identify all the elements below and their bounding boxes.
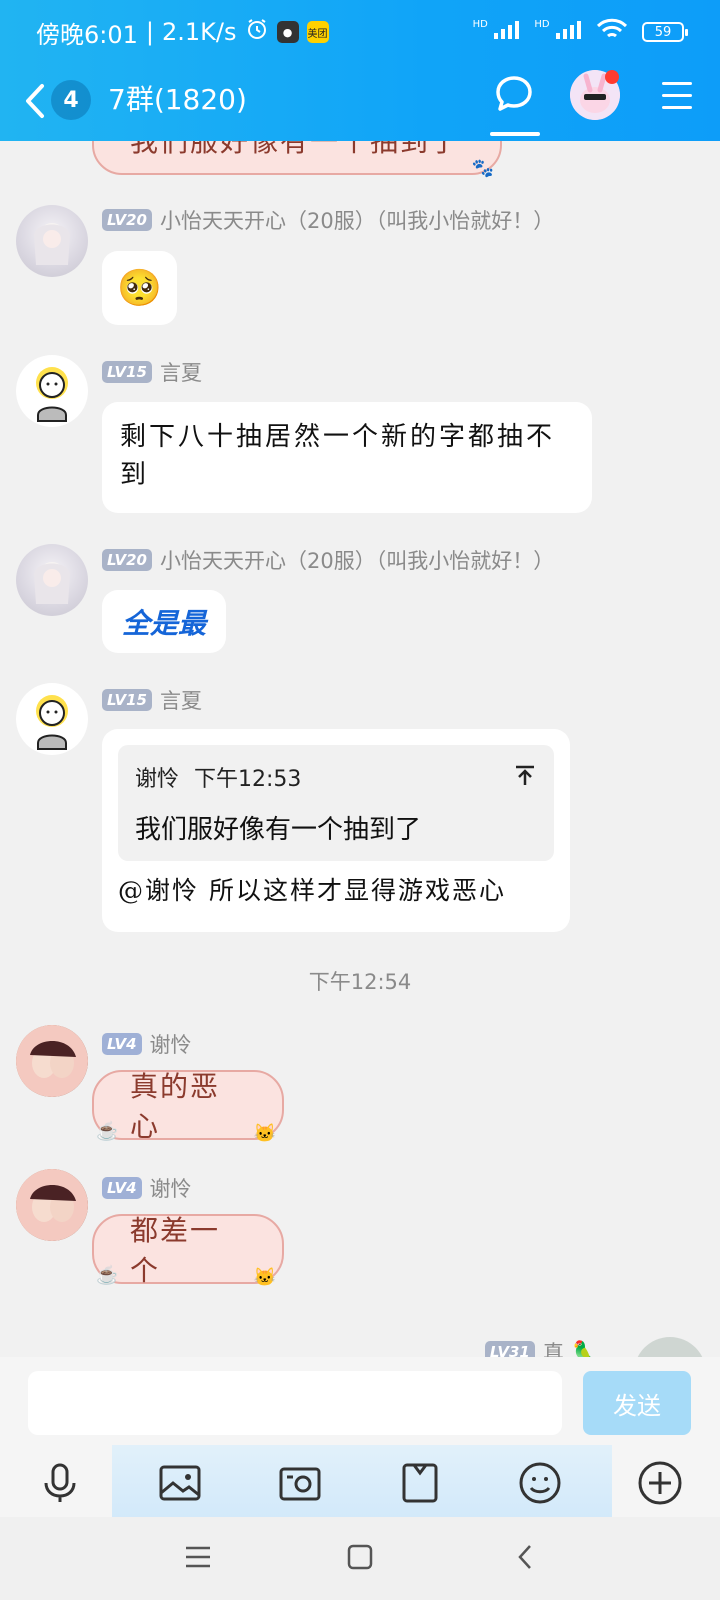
avatar[interactable] (634, 1337, 706, 1357)
wifi-icon (596, 18, 628, 46)
input-toolbar (0, 1445, 720, 1517)
avatar[interactable] (16, 1025, 88, 1097)
reply-text: @谢怜 所以这样才显得游戏恶心 (118, 876, 506, 905)
sender-name[interactable]: 真 (543, 1337, 564, 1357)
status-bar: 傍晚6:01 | 2.1K/s ● 美团 HD HD 59 (0, 0, 720, 64)
message-meta: LV15 言夏 (102, 685, 202, 715)
message-list[interactable]: 我们服好像有一个抽到了 🐾 LV20 小怡天天开心（20服）（叫我小怡就好！） … (0, 141, 720, 1357)
sender-name[interactable]: 小怡天天开心（20服）（叫我小怡就好！） (160, 545, 554, 575)
battery-indicator: 59 (642, 22, 688, 42)
cup-deco-icon: ☕ (96, 1265, 121, 1286)
microphone-icon[interactable] (36, 1459, 84, 1507)
cup-deco-icon: ☕ (96, 1121, 121, 1142)
level-badge: LV20 (102, 209, 152, 231)
menu-icon[interactable] (662, 82, 692, 109)
sticker-icon: 🦜 (571, 1339, 598, 1358)
avatar[interactable] (16, 544, 88, 616)
message-meta-right: LV31 真 🦜 (484, 1337, 598, 1358)
avatar[interactable] (16, 355, 88, 427)
message-meta: LV15 言夏 (102, 357, 202, 387)
level-badge: LV15 (102, 689, 152, 711)
quote-time: 下午12:53 (194, 767, 302, 792)
image-icon[interactable] (156, 1459, 204, 1507)
recents-icon[interactable] (184, 1543, 212, 1571)
send-button[interactable]: 发送 (583, 1371, 691, 1435)
level-badge: LV4 (102, 1033, 142, 1055)
level-badge: LV15 (102, 361, 152, 383)
message-meta: LV4 谢怜 (102, 1029, 192, 1059)
sticker-text-bubble[interactable]: ☕ 真的恶心 🐱 (92, 1070, 284, 1144)
sender-name[interactable]: 谢怜 (150, 1029, 192, 1059)
message-meta: LV20 小怡天天开心（20服）（叫我小怡就好！） (102, 545, 554, 575)
signal-2-icon: HD (534, 19, 582, 45)
avatar[interactable] (16, 205, 88, 277)
sender-name[interactable]: 言夏 (160, 685, 202, 715)
camera-icon[interactable] (276, 1459, 324, 1507)
back-icon[interactable] (512, 1543, 540, 1571)
level-badge: LV31 (484, 1341, 535, 1357)
avatar[interactable] (16, 683, 88, 755)
chat-header: 傍晚6:01 | 2.1K/s ● 美团 HD HD 59 4 7群(1820) (0, 0, 720, 141)
pet-deco-icon: 🐱 (253, 1267, 278, 1288)
alarm-icon (245, 17, 269, 47)
sender-name[interactable]: 言夏 (160, 357, 202, 387)
text-bubble[interactable]: 全是最 (102, 590, 226, 653)
unread-count-badge[interactable]: 4 (51, 80, 91, 120)
input-bar: 发送 (0, 1357, 720, 1445)
message-meta: LV4 谢怜 (102, 1173, 192, 1203)
quote-author: 谢怜 (135, 767, 180, 792)
group-title[interactable]: 7群(1820) (108, 78, 247, 118)
notification-dot (605, 70, 619, 84)
level-badge: LV4 (102, 1177, 142, 1199)
plus-icon[interactable] (636, 1459, 684, 1507)
jump-to-original-icon[interactable] (514, 765, 536, 787)
message-meta: LV20 小怡天天开心（20服）（叫我小怡就好！） (102, 205, 554, 235)
emoji-icon[interactable] (516, 1459, 564, 1507)
back-chevron-icon[interactable] (20, 76, 50, 126)
text-bubble[interactable]: 剩下八十抽居然一个新的字都抽不到 (102, 402, 592, 513)
reply-bubble[interactable]: 谢怜 下午12:53 我们服好像有一个抽到了 @谢怜 所以这样才显得游戏恶心 (102, 729, 570, 932)
tab-underline (490, 132, 540, 136)
level-badge: LV20 (102, 549, 152, 571)
sticker-text-bubble[interactable]: ☕ 都差一个 🐱 (92, 1214, 284, 1288)
message-input[interactable] (28, 1371, 562, 1435)
avatar[interactable] (16, 1169, 88, 1241)
quote-text: 我们服好像有一个抽到了 (135, 815, 422, 845)
meituan-badge: 美团 (306, 21, 329, 43)
chat-bubble-icon[interactable] (494, 74, 534, 114)
file-icon[interactable] (396, 1459, 444, 1507)
quoted-message[interactable]: 谢怜 下午12:53 我们服好像有一个抽到了 (118, 745, 554, 861)
home-icon[interactable] (346, 1543, 374, 1571)
status-time: 傍晚6:01 (36, 20, 138, 49)
timestamp: 下午12:54 (308, 970, 412, 994)
network-speed: 2.1K/s (162, 18, 237, 46)
emoji-bubble[interactable]: 🥺 (102, 251, 177, 325)
sender-name[interactable]: 小怡天天开心（20服）（叫我小怡就好！） (160, 205, 554, 235)
pet-deco-icon: 🐱 (253, 1123, 278, 1144)
system-nav-bar (0, 1517, 720, 1600)
nav-bar: 4 7群(1820) (0, 64, 720, 141)
app-notify-icon: ● (276, 21, 299, 43)
signal-1-icon: HD (473, 19, 521, 45)
sender-name[interactable]: 谢怜 (150, 1173, 192, 1203)
partial-sticker-bubble: 我们服好像有一个抽到了 🐾 (92, 141, 502, 179)
